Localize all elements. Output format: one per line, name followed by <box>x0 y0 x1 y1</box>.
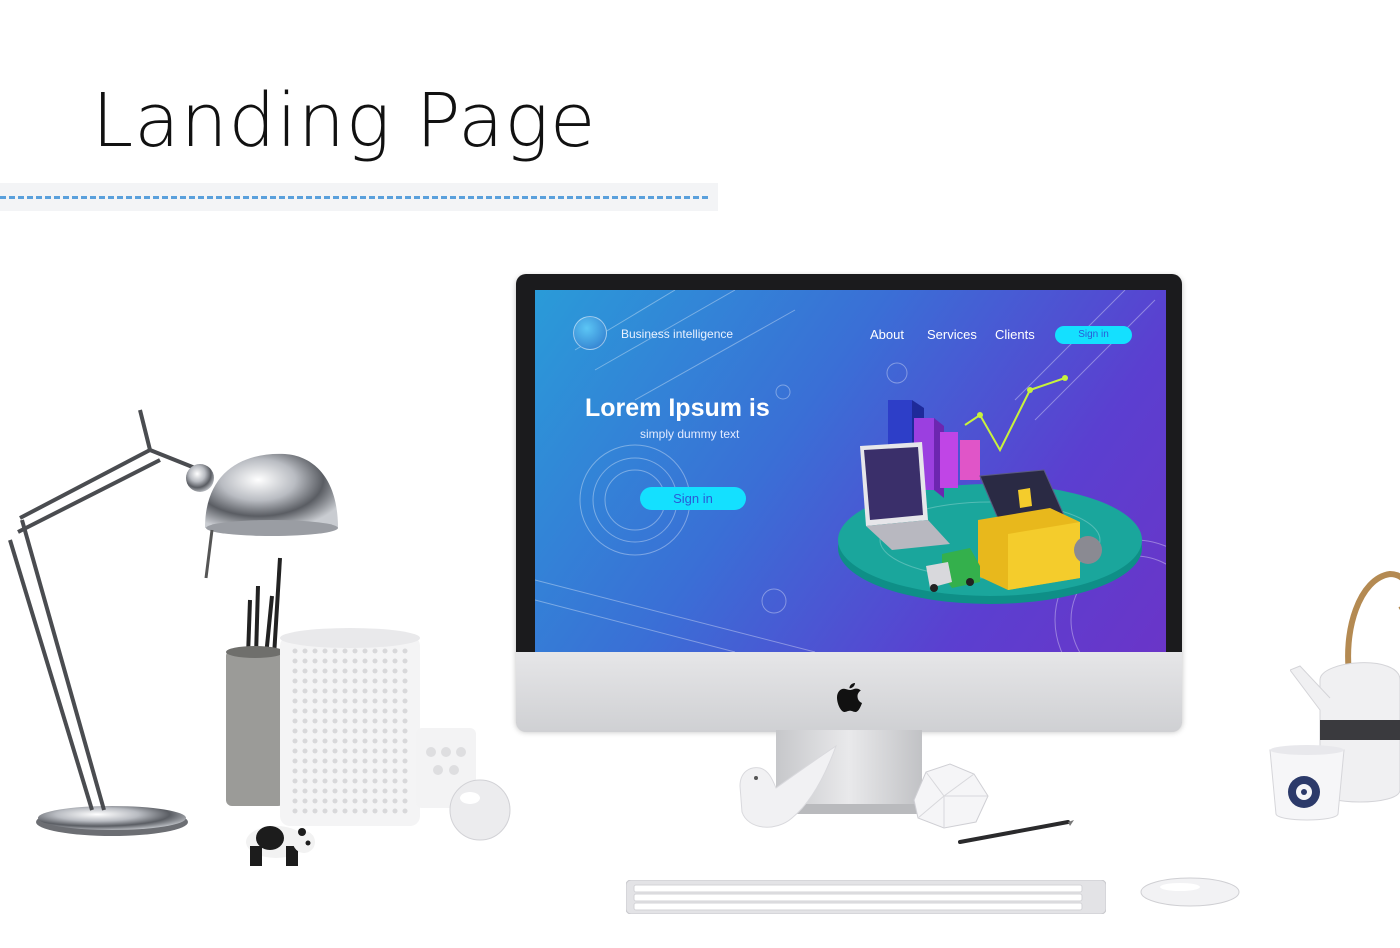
monitor-screen: Business intelligence About Services Cli… <box>535 290 1166 652</box>
porcelain-cup <box>1269 745 1345 821</box>
page-title: Landing Page <box>92 78 597 164</box>
nav-signin-button[interactable]: Sign in <box>1055 326 1132 344</box>
panda-figure <box>246 826 315 866</box>
nav-about[interactable]: About <box>870 327 904 342</box>
pencil-cup <box>226 557 284 806</box>
nav-services[interactable]: Services <box>927 327 977 342</box>
isometric-illustration <box>838 375 1142 604</box>
mouse <box>1140 877 1240 907</box>
bird-figure <box>739 744 837 828</box>
keyboard <box>626 880 1106 914</box>
brand-name: Business intelligence <box>621 327 734 341</box>
glass-sphere <box>449 779 511 841</box>
analytics-logo-icon <box>573 316 607 350</box>
apple-logo-icon <box>837 683 862 712</box>
pencil <box>958 820 1074 844</box>
perforated-holder <box>280 628 420 826</box>
nav-clients[interactable]: Clients <box>995 327 1035 342</box>
title-dashed-divider <box>0 196 708 199</box>
hero-title: Lorem Ipsum is <box>585 394 770 422</box>
hero-subtitle: simply dummy text <box>640 427 740 441</box>
hero-signin-button[interactable]: Sign in <box>640 487 746 510</box>
